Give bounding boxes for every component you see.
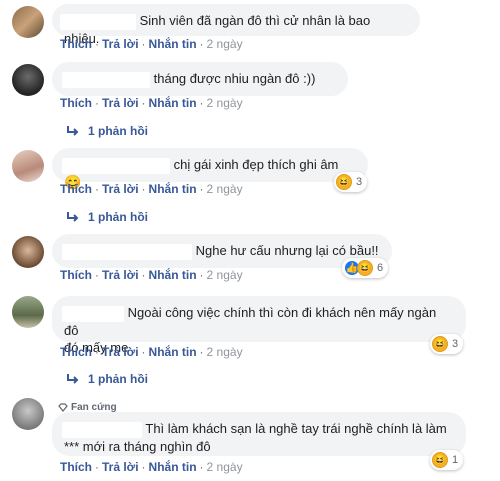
view-replies-link[interactable]: 1 phản hồi <box>66 124 148 138</box>
redacted-name <box>62 71 150 88</box>
redacted-name <box>62 243 192 260</box>
haha-reaction-icon: 😆 <box>357 260 373 276</box>
avatar[interactable] <box>12 6 44 38</box>
comment-text: chị gái xinh đẹp thích ghi âm <box>173 157 339 172</box>
reply-button[interactable]: Trả lời <box>102 96 139 110</box>
comment-bubble: Thì làm khách sạn là nghề tay trái nghề … <box>52 412 466 456</box>
avatar[interactable] <box>12 398 44 430</box>
timestamp[interactable]: 2 ngày <box>207 345 243 359</box>
reply-arrow-icon <box>67 212 79 222</box>
reaction-summary[interactable]: 😆 3 <box>334 172 368 192</box>
message-button[interactable]: Nhắn tin <box>149 182 197 196</box>
reply-arrow-icon <box>67 374 79 384</box>
timestamp[interactable]: 2 ngày <box>207 182 243 196</box>
reaction-count: 3 <box>356 176 363 188</box>
message-button[interactable]: Nhắn tin <box>149 460 197 474</box>
reaction-count: 3 <box>452 338 459 350</box>
reaction-summary[interactable]: 😆 3 <box>430 334 464 354</box>
like-button[interactable]: Thích <box>60 182 92 196</box>
comment-text: Nghe hư cấu nhưng lại có bầu!! <box>195 243 379 258</box>
comment-text: tháng được nhiu ngàn đô :)) <box>153 71 316 86</box>
view-replies-link[interactable]: 1 phản hồi <box>66 372 148 386</box>
redacted-name <box>60 13 136 30</box>
redacted-name <box>62 305 124 322</box>
message-button[interactable]: Nhắn tin <box>149 96 197 110</box>
timestamp[interactable]: 2 ngày <box>207 96 243 110</box>
comment-bubble: chị gái xinh đẹp thích ghi âm 😊 <box>52 148 368 190</box>
reaction-count: 1 <box>452 454 459 466</box>
reaction-summary[interactable]: 👍 😆 6 <box>342 258 389 278</box>
reply-arrow-icon <box>67 126 79 136</box>
like-button[interactable]: Thích <box>60 460 92 474</box>
avatar[interactable] <box>12 236 44 268</box>
comment-actions: Thích · Trả lời · Nhắn tin · 2 ngày <box>60 96 243 110</box>
redacted-name <box>62 157 170 174</box>
comment-actions: Thích · Trả lời · Nhắn tin · 2 ngày <box>60 460 243 474</box>
haha-reaction-icon: 😆 <box>432 336 448 352</box>
reply-button[interactable]: Trả lời <box>102 37 139 51</box>
like-button[interactable]: Thích <box>60 37 92 51</box>
reply-button[interactable]: Trả lời <box>102 345 139 359</box>
comment-actions: Thích · Trả lời · Nhắn tin · 2 ngày <box>60 345 243 359</box>
view-replies-link[interactable]: 1 phản hồi <box>66 210 148 224</box>
redacted-name <box>62 421 142 438</box>
avatar[interactable] <box>12 64 44 96</box>
message-button[interactable]: Nhắn tin <box>149 345 197 359</box>
comment-bubble: Nghe hư cấu nhưng lại có bầu!! <box>52 234 392 268</box>
avatar[interactable] <box>12 296 44 328</box>
diamond-icon <box>58 403 68 412</box>
avatar[interactable] <box>12 150 44 182</box>
reply-button[interactable]: Trả lời <box>102 460 139 474</box>
replies-count[interactable]: 1 phản hồi <box>88 124 148 138</box>
reaction-summary[interactable]: 😆 1 <box>430 450 464 470</box>
comment-text-line-2: *** mới ra tháng nghìn đô <box>64 438 211 454</box>
comment-actions: Thích · Trả lời · Nhắn tin · 2 ngày <box>60 268 243 282</box>
timestamp[interactable]: 2 ngày <box>207 268 243 282</box>
comment-bubble: Sinh viên đã ngàn đô thì cử nhân là bao … <box>52 4 420 46</box>
timestamp[interactable]: 2 ngày <box>207 460 243 474</box>
reply-button[interactable]: Trả lời <box>102 268 139 282</box>
like-button[interactable]: Thích <box>60 96 92 110</box>
comment-text-line-1: Thì làm khách sạn là nghề tay trái nghề … <box>145 421 447 436</box>
reaction-count: 6 <box>377 262 384 274</box>
haha-reaction-icon: 😆 <box>432 452 448 468</box>
comment-actions: Thích · Trả lời · Nhắn tin · 2 ngày <box>60 37 243 51</box>
timestamp[interactable]: 2 ngày <box>207 37 243 51</box>
haha-reaction-icon: 😆 <box>336 174 352 190</box>
replies-count[interactable]: 1 phản hồi <box>88 372 148 386</box>
like-button[interactable]: Thích <box>60 268 92 282</box>
replies-count[interactable]: 1 phản hồi <box>88 210 148 224</box>
message-button[interactable]: Nhắn tin <box>149 268 197 282</box>
reply-button[interactable]: Trả lời <box>102 182 139 196</box>
comment-actions: Thích · Trả lời · Nhắn tin · 2 ngày <box>60 182 243 196</box>
comment-bubble: tháng được nhiu ngàn đô :)) <box>52 62 348 96</box>
comment-bubble: Ngoài công việc chính thì còn đi khách n… <box>52 296 466 355</box>
message-button[interactable]: Nhắn tin <box>149 37 197 51</box>
like-button[interactable]: Thích <box>60 345 92 359</box>
